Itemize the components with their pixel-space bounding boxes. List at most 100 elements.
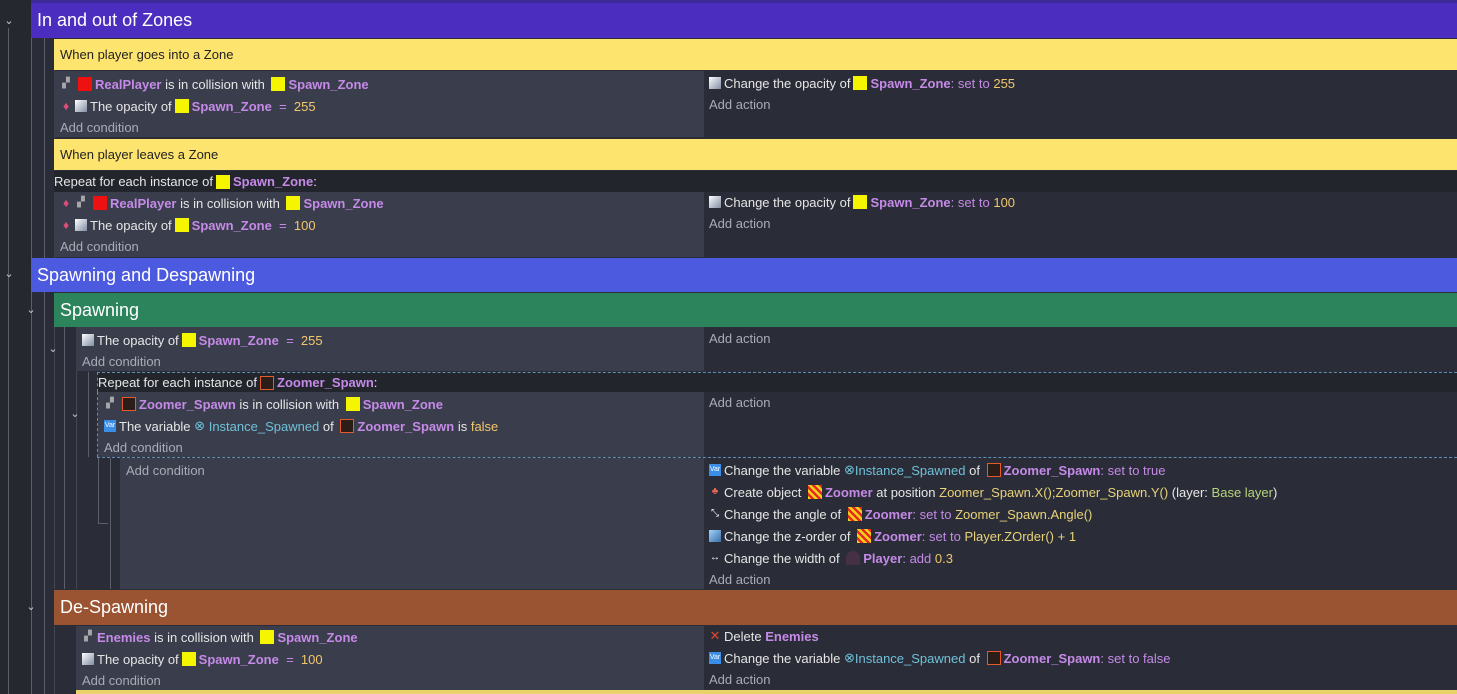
action-change-angle[interactable]: ⤡ Change the angle of Zoomer: set to Zoom… bbox=[709, 503, 1092, 525]
spawn-zone-thumbnail bbox=[216, 174, 230, 189]
value: 100 bbox=[993, 194, 1016, 210]
comment-text: When player goes into a Zone bbox=[60, 47, 234, 62]
add-condition-button[interactable]: Add condition bbox=[60, 235, 139, 257]
value: 100 bbox=[300, 651, 323, 667]
condition-collision[interactable]: ▞ Zoomer_Spawn is in collision with Spawn… bbox=[104, 393, 443, 415]
comment-leave-zone[interactable]: When player leaves a Zone bbox=[54, 138, 1457, 170]
operator: = bbox=[279, 98, 287, 114]
object-name: Enemies bbox=[765, 628, 819, 644]
variable-icon: Var bbox=[104, 420, 116, 432]
add-condition-label: Add condition bbox=[82, 353, 161, 369]
object-name: Spawn_Zone bbox=[362, 396, 443, 412]
spawn-zone-thumbnail bbox=[286, 196, 301, 210]
condition-collision[interactable]: ▞ Enemies is in collision with Spawn_Zone bbox=[82, 626, 357, 648]
group-header-spawning-despawning[interactable]: Spawning and Despawning bbox=[31, 258, 1457, 292]
opacity-icon bbox=[709, 196, 721, 208]
add-action-label: Add action bbox=[709, 96, 771, 112]
zoomer-thumbnail bbox=[847, 507, 862, 521]
spawn-zone-thumbnail bbox=[174, 99, 189, 113]
colon: : bbox=[902, 550, 906, 566]
action-change-zorder[interactable]: Change the z-order of Zoomer: set to Pla… bbox=[709, 525, 1076, 547]
action-change-variable[interactable]: Var Change the variable ⊗ Instance_Spawned… bbox=[709, 459, 1165, 481]
operator: set to bbox=[957, 75, 990, 91]
repeat-for-each-spawn-zone[interactable]: Repeat for each instance of Spawn_Zone: bbox=[54, 171, 1457, 192]
add-condition-button[interactable]: Add condition bbox=[126, 459, 205, 481]
value: 0.3 bbox=[934, 550, 953, 566]
expression: Zoomer_Spawn.X();Zoomer_Spawn.Y() bbox=[939, 484, 1169, 500]
for-each-icon: ♦ bbox=[62, 99, 70, 113]
angle-icon: ⤡ bbox=[711, 508, 719, 519]
group-header-zones[interactable]: In and out of Zones bbox=[31, 3, 1457, 38]
object-name: Player bbox=[863, 550, 903, 566]
create-object-icon: ♣ bbox=[711, 486, 719, 497]
chevron-down-icon[interactable]: ⌄ bbox=[2, 14, 16, 28]
add-action-label: Add action bbox=[709, 330, 771, 346]
variable-name: Instance_Spawned bbox=[854, 650, 966, 666]
condition-opacity[interactable]: The opacity of Spawn_Zone = 255 bbox=[82, 329, 323, 351]
realplayer-thumbnail bbox=[78, 77, 92, 91]
action-change-opacity[interactable]: Change the opacity of Spawn_Zone: set to … bbox=[709, 191, 1015, 213]
action-create-object[interactable]: ♣ Create object Zoomer at position Zoomer… bbox=[709, 481, 1278, 503]
group-title: In and out of Zones bbox=[37, 10, 193, 30]
opacity-icon bbox=[709, 77, 721, 89]
add-condition-button[interactable]: Add condition bbox=[60, 116, 139, 138]
object-name: Spawn_Zone bbox=[191, 217, 272, 233]
object-name: Zoomer bbox=[864, 506, 913, 522]
condition-opacity[interactable]: ♦ The opacity of Spawn_Zone = 100 bbox=[60, 214, 316, 236]
sub-event-conditions bbox=[120, 458, 704, 589]
operator: = bbox=[279, 217, 287, 233]
colon: : bbox=[950, 194, 955, 210]
add-action-button[interactable]: Add action bbox=[709, 327, 770, 349]
chevron-down-icon[interactable]: ⌄ bbox=[24, 600, 38, 614]
object-name: Spawn_Zone bbox=[870, 75, 951, 91]
comment-enter-zone[interactable]: When player goes into a Zone bbox=[54, 38, 1457, 70]
object-name: Spawn_Zone bbox=[233, 174, 314, 189]
chevron-down-icon[interactable]: ⌄ bbox=[2, 267, 16, 281]
spawn-zone-thumbnail bbox=[853, 76, 868, 90]
chevron-down-icon[interactable]: ⌄ bbox=[24, 303, 38, 317]
add-action-button[interactable]: Add action bbox=[709, 568, 770, 590]
repeat-for-each-zoomer-spawn[interactable]: Repeat for each instance of Zoomer_Spawn: bbox=[97, 372, 1457, 392]
add-action-label: Add action bbox=[709, 671, 771, 687]
add-action-button[interactable]: Add action bbox=[709, 391, 770, 413]
add-condition-label: Add condition bbox=[126, 462, 205, 478]
chevron-down-icon[interactable]: ⌄ bbox=[68, 407, 82, 421]
action-text: of bbox=[969, 650, 980, 666]
condition-collision[interactable]: ♦ ▞ RealPlayer is in collision with Spawn_… bbox=[60, 192, 384, 214]
action-change-width[interactable]: ↔ Change the width of Player: add 0.3 bbox=[709, 547, 953, 569]
chevron-down-icon[interactable]: ⌄ bbox=[46, 342, 60, 356]
condition-variable[interactable]: Var The variable ⊗ Instance_Spawned of Zo… bbox=[104, 415, 498, 437]
group-title: De-Spawning bbox=[60, 597, 169, 617]
group-title: Spawning and Despawning bbox=[37, 264, 256, 285]
action-text: Delete bbox=[724, 628, 762, 644]
variable-name: Instance_Spawned bbox=[208, 418, 320, 434]
condition-opacity[interactable]: ♦ The opacity of Spawn_Zone = 255 bbox=[60, 95, 316, 117]
group-header-despawning[interactable]: De-Spawning bbox=[54, 590, 1457, 625]
action-text: ) bbox=[1272, 484, 1278, 500]
spawn-zone-thumbnail bbox=[271, 77, 286, 91]
action-change-variable[interactable]: Var Change the variable ⊗ Instance_Spawned… bbox=[709, 647, 1171, 669]
zoomer-spawn-thumbnail bbox=[122, 397, 136, 411]
add-condition-label: Add condition bbox=[60, 119, 139, 135]
add-condition-button[interactable]: Add condition bbox=[82, 669, 161, 691]
condition-opacity[interactable]: The opacity of Spawn_Zone = 100 bbox=[82, 648, 323, 670]
group-header-spawning[interactable]: Spawning bbox=[54, 293, 1457, 327]
add-condition-button[interactable]: Add condition bbox=[104, 436, 183, 458]
condition-text: is in collision with bbox=[239, 396, 340, 412]
action-change-opacity[interactable]: Change the opacity of Spawn_Zone: set to … bbox=[709, 72, 1015, 94]
variable-icon: Var bbox=[709, 464, 721, 476]
action-delete[interactable]: ✕ Delete Enemies bbox=[709, 625, 819, 647]
colon: : bbox=[313, 174, 317, 189]
add-action-button[interactable]: Add action bbox=[709, 93, 770, 115]
add-action-button[interactable]: Add action bbox=[709, 212, 770, 234]
layer-name: Base layer bbox=[1211, 484, 1273, 500]
colon: : bbox=[1100, 462, 1104, 478]
colon: : bbox=[921, 528, 926, 544]
variable-icon: Var bbox=[709, 652, 721, 664]
add-action-button[interactable]: Add action bbox=[709, 668, 770, 690]
action-text: Change the opacity of bbox=[724, 75, 851, 91]
condition-collision[interactable]: ▞ RealPlayer is in collision with Spawn_Z… bbox=[60, 73, 369, 95]
action-text: Change the width of bbox=[724, 550, 840, 566]
spawn-zone-thumbnail bbox=[174, 218, 189, 232]
add-condition-button[interactable]: Add condition bbox=[82, 350, 161, 372]
